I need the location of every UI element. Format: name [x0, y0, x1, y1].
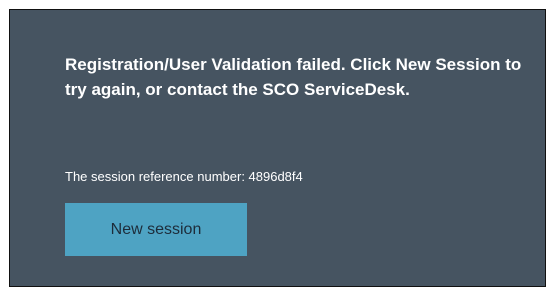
new-session-button[interactable]: New session [65, 203, 247, 256]
error-message: Registration/User Validation failed. Cli… [65, 55, 522, 99]
session-reference: The session reference number: 4896d8f4 [65, 169, 303, 184]
error-panel: Registration/User Validation failed. Cli… [9, 9, 546, 287]
